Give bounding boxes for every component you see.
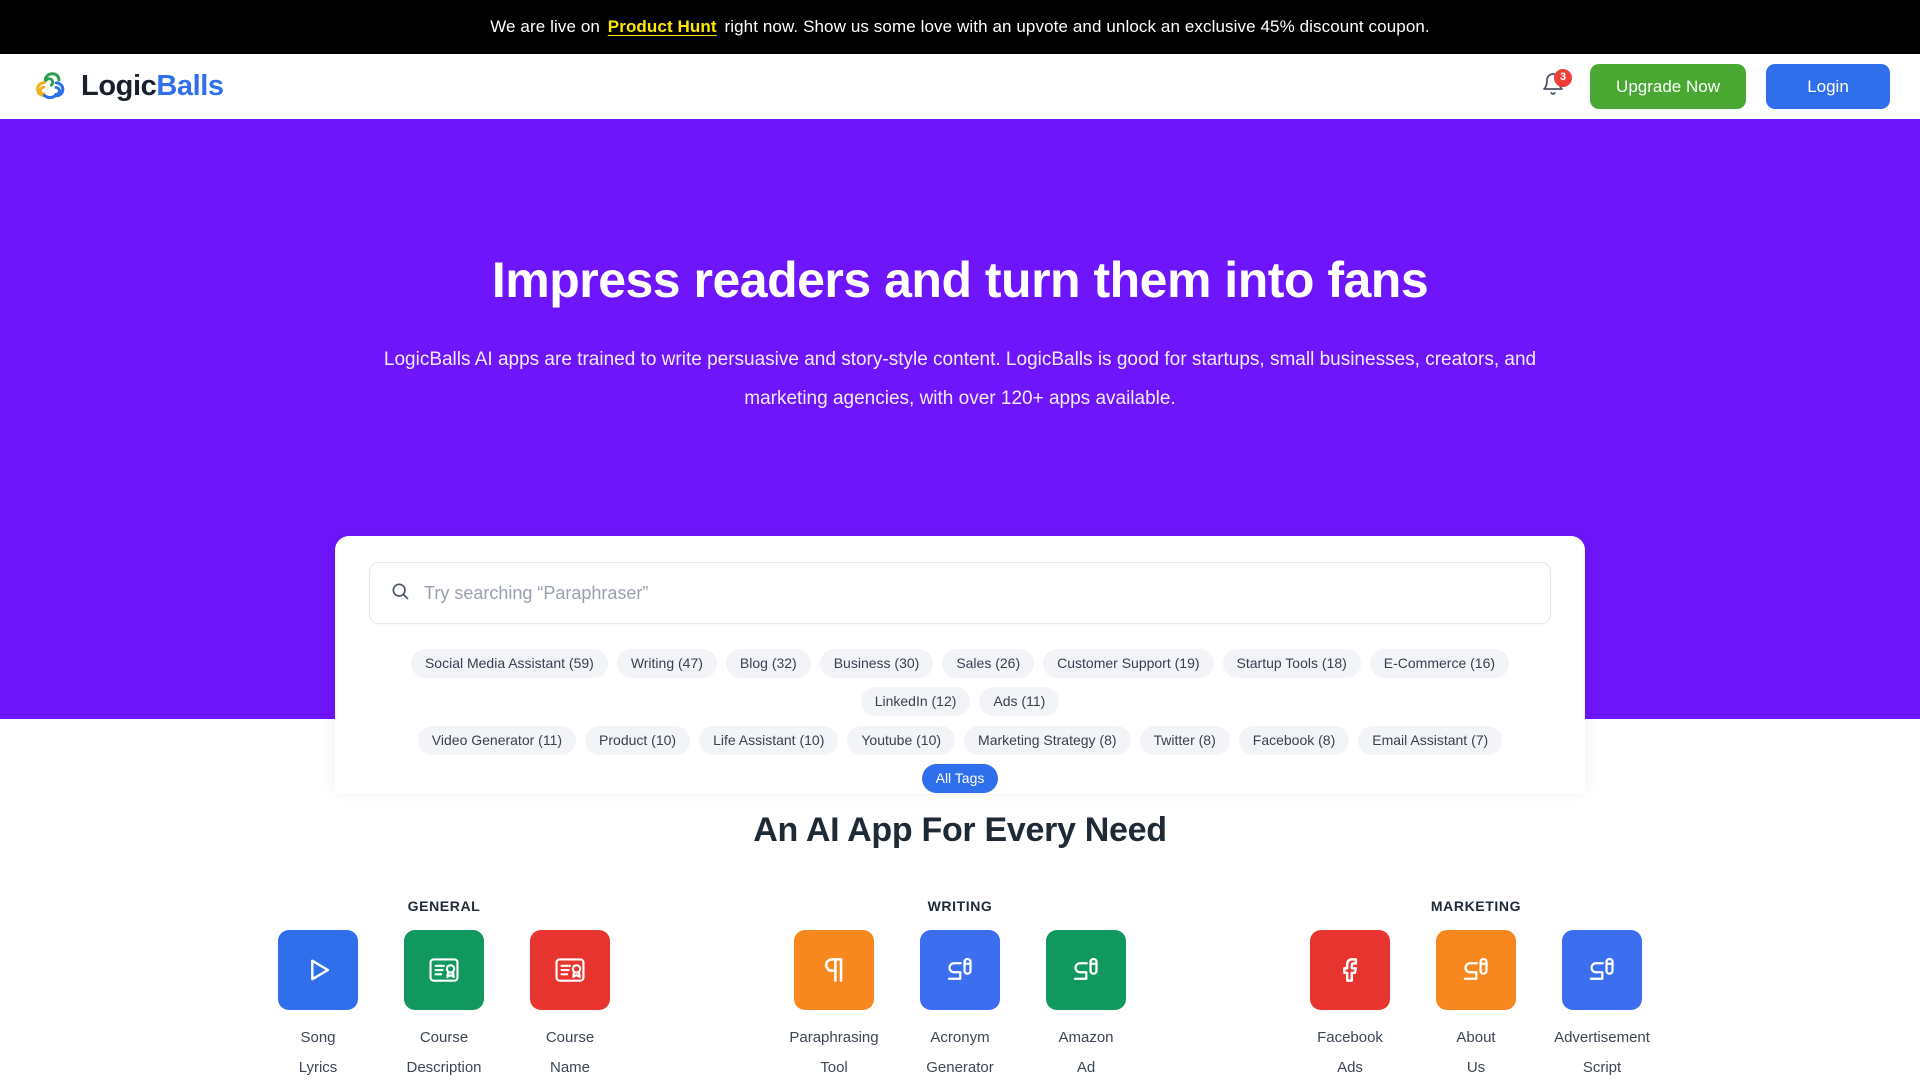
pilcrow-icon (794, 930, 874, 1010)
app-group: MARKETING Facebook Ads Generator About Us … (1301, 898, 1651, 1080)
tag-chip[interactable]: Twitter (8) (1139, 726, 1230, 755)
app-card[interactable]: Acronym Generator (912, 930, 1008, 1080)
tag-chip[interactable]: Marketing Strategy (8) (964, 726, 1131, 755)
app-card-label: Paraphrasing Tool (Paraphraser) (789, 1029, 879, 1076)
header-actions: 3 Upgrade Now Login (1536, 64, 1890, 109)
tag-chip[interactable]: Youtube (10) (847, 726, 956, 755)
app-card[interactable]: Song Lyrics Generator (270, 930, 366, 1080)
app-card-label: Acronym Generator (926, 1029, 994, 1076)
pen-write-icon (1436, 930, 1516, 1010)
tag-chip[interactable]: Blog (32) (725, 649, 811, 678)
app-card-label: Song Lyrics Generator (298, 1029, 338, 1076)
tag-chip[interactable]: Social Media Assistant (59) (410, 649, 608, 678)
tag-chip[interactable]: Video Generator (11) (417, 726, 577, 755)
app-group-label: WRITING (927, 898, 993, 914)
product-hunt-link[interactable]: Product Hunt (608, 17, 717, 37)
announcement-suffix: right now. Show us some love with an upv… (719, 17, 1430, 36)
notification-badge: 3 (1554, 68, 1573, 87)
pen-write-icon (1562, 930, 1642, 1010)
facebook-icon (1310, 930, 1390, 1010)
login-button[interactable]: Login (1766, 64, 1890, 109)
app-card[interactable]: About Us Page Generator (1428, 930, 1524, 1080)
app-card[interactable]: Paraphrasing Tool (Paraphraser) (786, 930, 882, 1080)
tag-chip[interactable]: Writing (47) (616, 649, 717, 678)
tag-chip[interactable]: E-Commerce (16) (1369, 649, 1510, 678)
app-group-label: MARKETING (1430, 898, 1522, 914)
tag-chip[interactable]: Life Assistant (10) (699, 726, 839, 755)
app-groups: GENERAL Song Lyrics Generator Course Descr… (0, 898, 1920, 1080)
tag-row-2: Video Generator (11) Product (10) Life Ass… (369, 716, 1551, 793)
tag-row-1: Social Media Assistant (59) Writing (47) B… (369, 624, 1551, 716)
notifications-button[interactable]: 3 (1536, 68, 1573, 104)
pen-write-icon (920, 930, 1000, 1010)
hero-heading: Impress readers and turn them into fans (491, 252, 1429, 308)
app-group-items: Song Lyrics Generator Course Description … (269, 930, 619, 1080)
app-card[interactable]: Advertisement Script Generator (1554, 930, 1650, 1080)
logicballs-swirl-icon (32, 70, 70, 104)
app-card-label: Facebook Ads Generator (1317, 1029, 1383, 1076)
app-card[interactable]: Amazon Ad Headline Generator (1038, 930, 1134, 1080)
app-card[interactable]: Course Description Generator (396, 930, 492, 1080)
certificate-icon (530, 930, 610, 1010)
tag-chip[interactable]: Email Assistant (7) (1358, 726, 1503, 755)
certificate-icon (404, 930, 484, 1010)
search-card: Social Media Assistant (59) Writing (47) B… (335, 536, 1585, 793)
tag-chip[interactable]: LinkedIn (12) (860, 687, 971, 716)
search-box[interactable] (369, 562, 1551, 624)
app-card[interactable]: Facebook Ads Generator (1302, 930, 1398, 1080)
play-icon (278, 930, 358, 1010)
pen-write-icon (1046, 930, 1126, 1010)
brand-text-logic: Logic (81, 70, 157, 102)
app-card-label: Amazon Ad Headline Generator (1058, 1029, 1114, 1076)
app-group-items: Paraphrasing Tool (Paraphraser) Acronym G… (785, 930, 1135, 1080)
brand-wordmark: LogicBalls (81, 72, 224, 101)
app-group-label: GENERAL (407, 898, 481, 914)
app-card-label: Advertisement Script Generator (1554, 1029, 1650, 1076)
tag-chip[interactable]: Facebook (8) (1238, 726, 1350, 755)
hero-subheading: LogicBalls AI apps are trained to write … (383, 348, 1537, 410)
brand-text-balls: Balls (156, 70, 224, 102)
tag-chip[interactable]: Startup Tools (18) (1222, 649, 1361, 678)
search-input[interactable] (424, 582, 1530, 604)
tag-chip[interactable]: Ads (11) (979, 687, 1060, 716)
app-group-items: Facebook Ads Generator About Us Page Gene… (1301, 930, 1651, 1080)
search-icon (390, 581, 410, 606)
upgrade-now-button[interactable]: Upgrade Now (1590, 64, 1746, 109)
tag-chip[interactable]: Customer Support (19) (1043, 649, 1214, 678)
tag-chip[interactable]: Product (10) (585, 726, 691, 755)
brand-logo[interactable]: LogicBalls (32, 70, 224, 104)
announcement-bar: We are live on Product Hunt right now. S… (0, 0, 1920, 54)
apps-section-title: An AI App For Every Need (753, 811, 1167, 849)
site-header: LogicBalls 3 Upgrade Now Login (0, 54, 1920, 119)
tag-chip[interactable]: All Tags (921, 764, 999, 793)
app-card-label: Course Name Generator (545, 1029, 595, 1076)
app-card[interactable]: Course Name Generator (522, 930, 618, 1080)
tag-chip[interactable]: Business (30) (819, 649, 934, 678)
app-card-label: About Us Page Generator (1456, 1029, 1496, 1076)
hero-section: Impress readers and turn them into fans … (0, 119, 1920, 793)
app-card-label: Course Description Generator (406, 1029, 482, 1076)
app-group: GENERAL Song Lyrics Generator Course Descr… (269, 898, 619, 1080)
announcement-prefix: We are live on (490, 17, 605, 36)
tag-chip[interactable]: Sales (26) (942, 649, 1035, 678)
app-group: WRITING Paraphrasing Tool (Paraphraser) Ac… (785, 898, 1135, 1080)
